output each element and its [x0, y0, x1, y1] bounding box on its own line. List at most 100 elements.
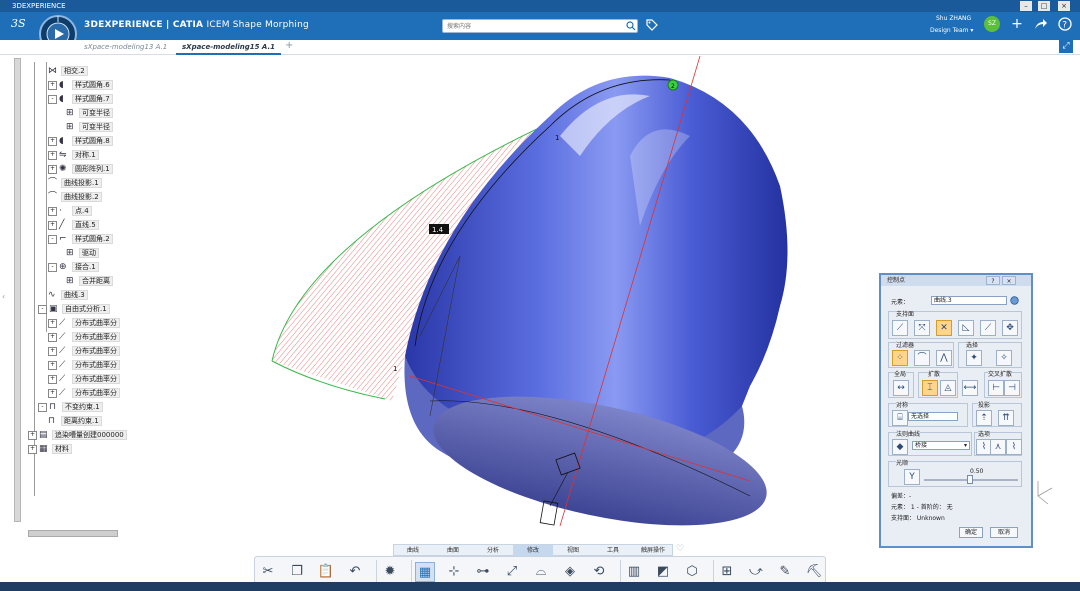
- tab-modeling13[interactable]: sXpace-modeling13 A.1: [78, 41, 173, 53]
- fullscreen-icon[interactable]: ⤢: [1059, 40, 1073, 53]
- fillet-icon[interactable]: ⌓: [531, 562, 551, 582]
- section-tab[interactable]: 视图: [553, 545, 593, 556]
- tree-expand-icon[interactable]: +: [48, 332, 57, 342]
- tree-item[interactable]: + ⟋ 分布式曲率分: [28, 372, 138, 386]
- avatar[interactable]: SZ: [984, 16, 1000, 32]
- tree-horizontal-scrollbar[interactable]: [28, 530, 118, 537]
- sym-field[interactable]: 无选择: [908, 412, 958, 421]
- dialog-help-button[interactable]: ?: [986, 276, 1000, 285]
- tree-item[interactable]: + ╱ 直线.5: [28, 218, 138, 232]
- spread-constant-icon[interactable]: ⌶: [922, 380, 938, 396]
- law-icon[interactable]: ◆: [892, 439, 908, 455]
- tree-item[interactable]: + ⟋ 分布式曲率分: [28, 358, 138, 372]
- element-field[interactable]: 曲线.3: [931, 296, 1007, 305]
- minimize-button[interactable]: –: [1020, 1, 1032, 11]
- match-icon[interactable]: ⊶: [473, 562, 493, 582]
- search-icon[interactable]: [626, 21, 636, 31]
- section-tab[interactable]: 修改: [513, 545, 553, 556]
- new-tab-icon[interactable]: +: [285, 40, 293, 51]
- tree-item[interactable]: ⊓ 距离约束.1: [28, 414, 138, 428]
- viewport-tag-label[interactable]: 1.4: [432, 226, 444, 234]
- tag-icon[interactable]: [646, 19, 658, 31]
- cross-spread-2-icon[interactable]: ⊣: [1004, 380, 1020, 396]
- tree-item[interactable]: ⊞ 可变半径: [28, 106, 138, 120]
- tree-expand-icon[interactable]: +: [48, 318, 57, 328]
- section-tab[interactable]: 曲线: [393, 545, 433, 556]
- tree-expand-icon[interactable]: +: [28, 444, 37, 454]
- tree-item[interactable]: + ◖ 样式圆角.8: [28, 134, 138, 148]
- tree-expand-icon[interactable]: +: [48, 360, 57, 370]
- tree-collapse-icon[interactable]: -: [48, 262, 57, 272]
- undo-icon[interactable]: ↶: [345, 562, 365, 582]
- tree-collapse-icon[interactable]: -: [48, 234, 57, 244]
- support-compass-icon[interactable]: ✕: [936, 320, 952, 336]
- control-points-icon[interactable]: ▦: [415, 562, 435, 582]
- search-input[interactable]: [442, 19, 638, 33]
- grid-icon[interactable]: ▥: [624, 562, 644, 582]
- plus-icon[interactable]: +: [1010, 17, 1024, 31]
- tree-collapse-icon[interactable]: -: [38, 304, 47, 314]
- full-icon[interactable]: ↔: [893, 380, 909, 396]
- element-picker-icon[interactable]: [1010, 296, 1019, 305]
- option-2-icon[interactable]: ⋏: [990, 439, 1006, 455]
- tree-item[interactable]: ⊞ 合并距离: [28, 274, 138, 288]
- tree-expand-icon[interactable]: +: [28, 430, 37, 440]
- edit-icon[interactable]: ✎: [775, 562, 795, 582]
- support-normal-icon[interactable]: ⤧: [914, 320, 930, 336]
- dialog-close-button[interactable]: ×: [1002, 276, 1016, 285]
- copy-icon[interactable]: ❐: [287, 562, 307, 582]
- map-icon[interactable]: ◩: [653, 562, 673, 582]
- select-all-icon[interactable]: ✦: [966, 350, 982, 366]
- tree-expand-icon[interactable]: +: [48, 206, 57, 216]
- tree-item[interactable]: ⋈ 相交.2: [28, 64, 138, 78]
- tree-scrollbar[interactable]: [14, 58, 21, 522]
- support-surface-icon[interactable]: ⟋: [980, 320, 996, 336]
- light-slider-thumb[interactable]: [967, 475, 973, 484]
- cross-spread-icon[interactable]: ⊢: [988, 380, 1004, 396]
- help-icon[interactable]: ?: [1058, 17, 1072, 31]
- cut-icon[interactable]: ✂: [258, 562, 278, 582]
- tree-item[interactable]: + · 点.4: [28, 204, 138, 218]
- light-icon[interactable]: Y: [904, 469, 920, 485]
- shape-icon[interactable]: ◈: [560, 562, 580, 582]
- tree-expand-icon[interactable]: +: [48, 346, 57, 356]
- section-tab[interactable]: 触屏操作: [633, 545, 673, 556]
- tree-item[interactable]: ⌒ 曲线投影.1: [28, 176, 138, 190]
- filter-points-icon[interactable]: ⁘: [892, 350, 908, 366]
- tree-collapse-icon[interactable]: -: [48, 94, 57, 104]
- section-tab[interactable]: 分析: [473, 545, 513, 556]
- law-dropdown[interactable]: 桥接 ▾: [912, 441, 970, 450]
- support-local-icon[interactable]: ✥: [1002, 320, 1018, 336]
- support-plane-icon[interactable]: ◺: [958, 320, 974, 336]
- tree-item[interactable]: ⊞ 驱动: [28, 246, 138, 260]
- section-tab[interactable]: 工具: [593, 545, 633, 556]
- tree-item[interactable]: - ▣ 自由式分析.1: [28, 302, 138, 316]
- tree-item[interactable]: + ◖ 样式圆角.6: [28, 78, 138, 92]
- deform-icon[interactable]: ⬡: [682, 562, 702, 582]
- tree-expand-icon[interactable]: +: [48, 164, 57, 174]
- deselect-icon[interactable]: ✧: [996, 350, 1012, 366]
- tree-item[interactable]: + ⇋ 对称.1: [28, 148, 138, 162]
- tool-icon[interactable]: ⛏: [804, 562, 824, 582]
- array-icon[interactable]: ⊞: [717, 562, 737, 582]
- modify-icon[interactable]: ⊹: [444, 562, 464, 582]
- tree-expand-icon[interactable]: +: [48, 136, 57, 146]
- tree-item[interactable]: - ⊕ 接合.1: [28, 260, 138, 274]
- tree-item[interactable]: ⌒ 曲线投影.2: [28, 190, 138, 204]
- tree-item[interactable]: ⊞ 可变半径: [28, 120, 138, 134]
- tree-item[interactable]: - ⊓ 不变约束.1: [28, 400, 138, 414]
- proj-compass-icon[interactable]: ⇈: [998, 410, 1014, 426]
- option-3-icon[interactable]: ⌇: [1006, 439, 1022, 455]
- shape-body[interactable]: [404, 75, 788, 550]
- tree-item[interactable]: + ⟋ 分布式曲率分: [28, 330, 138, 344]
- section-tab[interactable]: 曲面: [433, 545, 473, 556]
- settings-icon[interactable]: ✹: [380, 562, 400, 582]
- close-window-button[interactable]: ×: [1058, 1, 1070, 11]
- align-icon[interactable]: ⤢: [502, 562, 522, 582]
- filter-both-icon[interactable]: ⋀: [936, 350, 952, 366]
- morph-icon[interactable]: ⟲: [589, 562, 609, 582]
- sym-icon[interactable]: ⌸: [892, 410, 908, 426]
- spread-law-icon[interactable]: ◬: [940, 380, 956, 396]
- tab-modeling15[interactable]: sXpace-modeling15 A.1: [176, 41, 282, 55]
- tree-item[interactable]: + ▤ 追染嘈量创建000000: [28, 428, 138, 442]
